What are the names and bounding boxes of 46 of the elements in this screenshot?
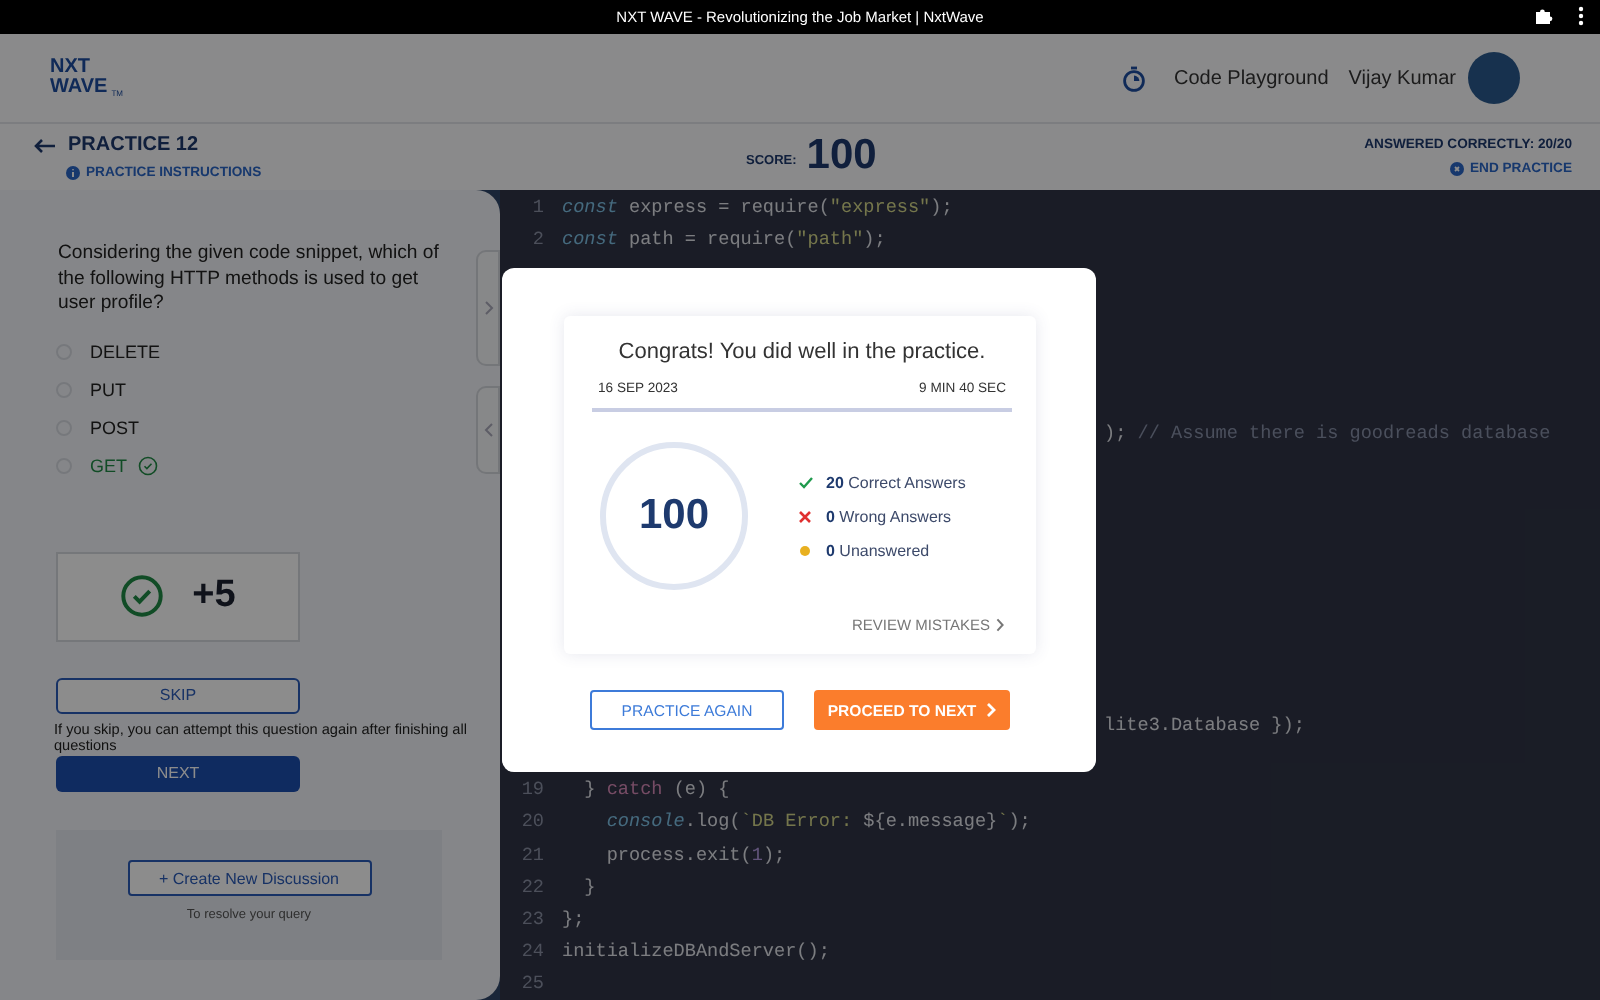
code-line: console.log(`DB Error: ${e.message}`); (604, 810, 1031, 833)
code-line: lite3.Database }); (1104, 713, 1305, 736)
dot-icon (800, 545, 810, 555)
logo-text: WAVE (50, 78, 108, 98)
skip-button[interactable]: SKIP (56, 677, 300, 713)
chevron-right-icon (483, 300, 493, 316)
chevron-left-icon (483, 422, 493, 438)
panel-tab[interactable] (476, 386, 500, 474)
stat-text: 20 Correct Answers (826, 473, 966, 491)
option-label: POST (90, 418, 140, 438)
practice-title: PRACTICE 12 (68, 134, 199, 156)
code-line: }; (562, 908, 585, 931)
check-circle-icon (120, 574, 165, 618)
points-value: +5 (192, 574, 236, 618)
panel-tab[interactable] (476, 250, 500, 366)
congrats-title: Congrats! You did well in the practice. (616, 340, 988, 364)
back-arrow-icon[interactable] (34, 137, 56, 153)
create-discussion-button[interactable]: + Create New Discussion (127, 860, 371, 896)
logo-text: NXT (50, 58, 92, 78)
user-name: Vijay Kumar (1348, 67, 1456, 89)
option-label: DELETE (90, 342, 161, 362)
info-icon (66, 166, 80, 180)
check-icon (797, 475, 813, 489)
stat-text: 0 Unanswered (826, 541, 930, 559)
chevron-right-icon (996, 618, 1004, 632)
cross-icon (798, 509, 812, 523)
code-line: const path = require("path"); (562, 227, 886, 250)
avatar[interactable] (1468, 52, 1520, 104)
next-button[interactable]: NEXT (56, 755, 300, 791)
question-text: Considering the given code snippet, which of the following HTTP methods is used to get user profile? (58, 242, 441, 317)
code-line: } catch (e) { (582, 778, 730, 801)
code-line: process.exit(1); (604, 843, 786, 866)
option-label: PUT (90, 380, 126, 400)
code-playground-link[interactable]: Code Playground (1173, 67, 1329, 89)
stat-text: 0 Wrong Answers (826, 507, 952, 525)
code-line: } (582, 875, 596, 898)
code-line: const express = require("express"); (562, 195, 953, 218)
timer-icon[interactable] (1121, 65, 1146, 91)
end-icon (1450, 162, 1465, 176)
code-line: initializeDBAndServer(); (562, 940, 830, 963)
score-value: 100 (806, 132, 877, 180)
option-label: GET (90, 456, 128, 476)
score-circle: 100 (600, 442, 748, 590)
puzzle-icon[interactable] (1534, 6, 1554, 26)
chevron-right-icon (986, 702, 997, 718)
more-options-icon[interactable] (1578, 6, 1584, 26)
